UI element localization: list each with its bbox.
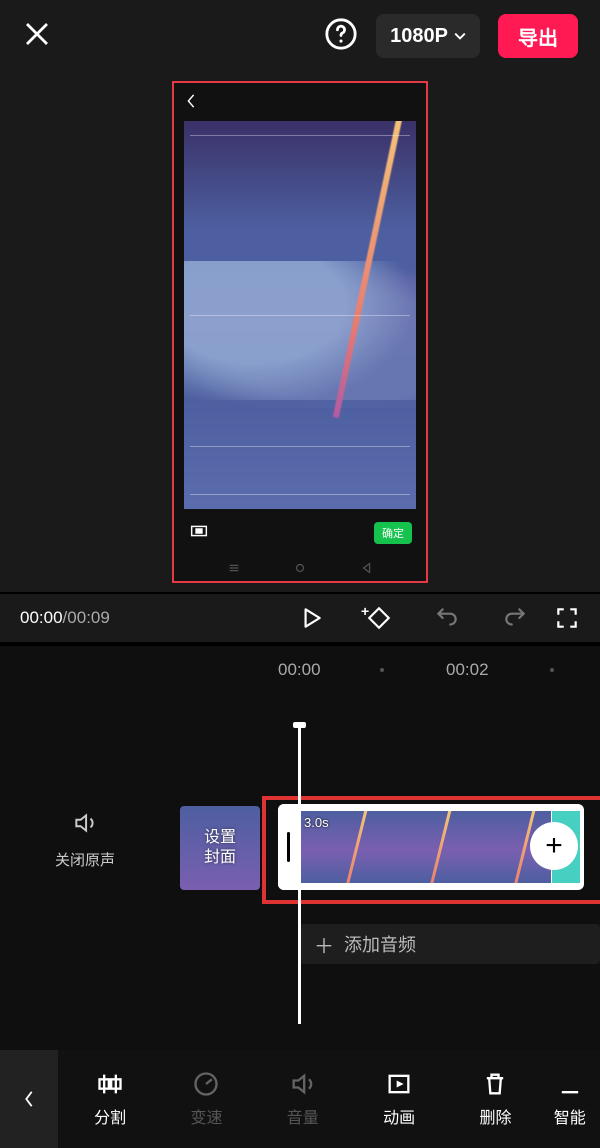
speed-label: 变速 bbox=[190, 1104, 222, 1128]
undo-button[interactable] bbox=[418, 605, 476, 631]
redo-button[interactable] bbox=[486, 605, 544, 631]
time-current: 00:00 bbox=[20, 608, 63, 627]
aspect-ratio-icon bbox=[188, 520, 210, 542]
animate-icon bbox=[385, 1070, 413, 1098]
video-clip[interactable]: 3.0s + bbox=[278, 804, 584, 890]
ruler-tick-0: 00:00 bbox=[278, 660, 321, 680]
playhead[interactable] bbox=[298, 724, 301, 1024]
top-bar: 1080P 导出 bbox=[0, 0, 600, 72]
preview-canvas[interactable] bbox=[184, 121, 416, 509]
phone-frame: 确定 bbox=[172, 81, 428, 583]
delete-label: 删除 bbox=[479, 1104, 511, 1128]
split-button[interactable]: 分割 bbox=[68, 1070, 152, 1128]
timeline[interactable]: 00:00 00:02 关闭原声 设置封面 3.0s + ＋ 添加音频 bbox=[0, 646, 600, 1050]
help-icon bbox=[324, 17, 358, 51]
split-icon bbox=[96, 1070, 124, 1098]
chevron-left-icon bbox=[184, 94, 198, 108]
delete-button[interactable]: 删除 bbox=[453, 1070, 537, 1128]
split-label: 分割 bbox=[94, 1104, 126, 1128]
play-button[interactable] bbox=[282, 605, 340, 631]
plus-icon: + bbox=[361, 603, 369, 619]
clip-duration-label: 3.0s bbox=[304, 815, 329, 830]
preview-area: 确定 bbox=[0, 72, 600, 592]
bottom-toolbar: 分割 变速 音量 动画 删除 智能 bbox=[0, 1050, 600, 1148]
close-button[interactable] bbox=[22, 19, 52, 54]
add-audio-label: 添加音频 bbox=[344, 931, 416, 957]
add-audio-track[interactable]: ＋ 添加音频 bbox=[300, 924, 600, 964]
mute-label: 关闭原声 bbox=[0, 849, 170, 870]
smart-button[interactable]: 智能 bbox=[550, 1070, 590, 1128]
android-navbar bbox=[174, 559, 426, 581]
fullscreen-button[interactable] bbox=[554, 605, 580, 631]
play-icon bbox=[298, 605, 324, 631]
time-total: 00:09 bbox=[67, 608, 110, 627]
fullscreen-icon bbox=[554, 605, 580, 631]
keyframe-icon bbox=[366, 605, 392, 631]
animate-label: 动画 bbox=[383, 1104, 415, 1128]
time-ruler[interactable]: 00:00 00:02 bbox=[0, 646, 600, 694]
delete-icon bbox=[481, 1070, 509, 1098]
smart-label: 智能 bbox=[554, 1104, 586, 1128]
timecode: 00:00/00:09 bbox=[20, 608, 110, 628]
plus-icon: + bbox=[545, 831, 563, 861]
plus-icon: ＋ bbox=[314, 930, 334, 959]
set-cover-button[interactable]: 设置封面 bbox=[180, 806, 260, 890]
ruler-tick-1: 00:02 bbox=[446, 660, 489, 680]
transport-bar: 00:00/00:09 + bbox=[0, 594, 600, 642]
speed-icon bbox=[192, 1070, 220, 1098]
close-icon bbox=[22, 19, 52, 49]
export-label: 导出 bbox=[518, 22, 558, 51]
preview-back-button[interactable] bbox=[184, 94, 198, 113]
resolution-label: 1080P bbox=[390, 25, 448, 48]
preview-confirm-button[interactable]: 确定 bbox=[374, 522, 412, 544]
volume-icon bbox=[289, 1070, 317, 1098]
volume-button[interactable]: 音量 bbox=[261, 1070, 345, 1128]
chevron-down-icon bbox=[454, 32, 466, 40]
chevron-left-icon bbox=[20, 1090, 38, 1108]
speaker-icon bbox=[72, 810, 98, 836]
undo-icon bbox=[434, 605, 460, 631]
export-button[interactable]: 导出 bbox=[498, 14, 578, 58]
aspect-ratio-button[interactable] bbox=[188, 520, 210, 547]
animate-button[interactable]: 动画 bbox=[357, 1070, 441, 1128]
volume-label: 音量 bbox=[287, 1104, 319, 1128]
confirm-label: 确定 bbox=[382, 528, 404, 540]
add-clip-button[interactable]: + bbox=[530, 822, 578, 870]
keyframe-button[interactable]: + bbox=[350, 605, 408, 631]
speed-button[interactable]: 变速 bbox=[164, 1070, 248, 1128]
toolbar-back-button[interactable] bbox=[0, 1050, 58, 1148]
resolution-selector[interactable]: 1080P bbox=[376, 14, 480, 58]
clip-left-handle[interactable] bbox=[278, 804, 298, 890]
smart-icon bbox=[556, 1070, 584, 1098]
redo-icon bbox=[502, 605, 528, 631]
mute-original-button[interactable]: 关闭原声 bbox=[0, 810, 170, 870]
clip-thumbnail bbox=[383, 811, 467, 883]
help-button[interactable] bbox=[324, 17, 358, 56]
